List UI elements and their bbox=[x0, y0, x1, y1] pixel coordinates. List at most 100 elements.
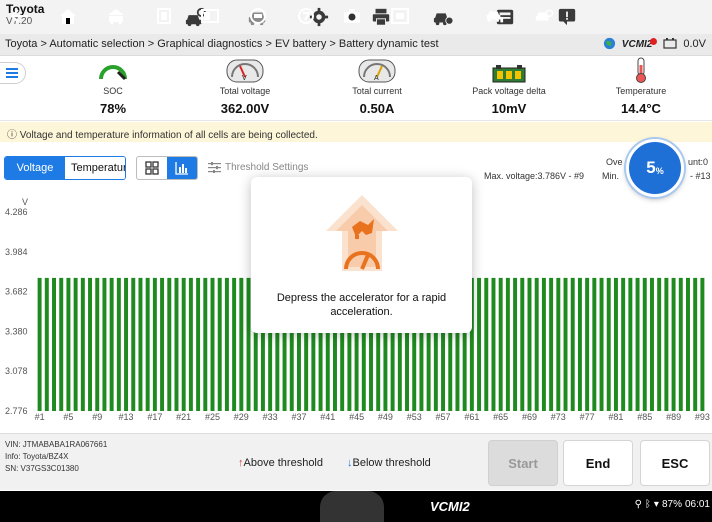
voltage-bar bbox=[693, 277, 698, 411]
remote-diagnose-icon[interactable] bbox=[530, 5, 558, 27]
car-settings-icon[interactable] bbox=[412, 6, 474, 28]
app-window: Toyota V7.20 Toyota > Automatic selectio… bbox=[0, 0, 712, 522]
serial-number-text: SN: V37GS3C01380 bbox=[5, 464, 79, 473]
voltage-bar bbox=[224, 277, 229, 411]
voltage-bar bbox=[621, 277, 626, 411]
x-tick-label: #81 bbox=[608, 412, 623, 422]
battery-pack-icon bbox=[492, 65, 526, 83]
voltage-bar bbox=[477, 277, 482, 411]
voltage-bar bbox=[484, 277, 489, 411]
x-tick-label: #89 bbox=[666, 412, 681, 422]
voltage-bar bbox=[138, 277, 143, 411]
x-tick-label: #53 bbox=[407, 412, 422, 422]
camera-icon[interactable] bbox=[340, 5, 364, 27]
info-text: Voltage and temperature information of a… bbox=[19, 130, 318, 141]
x-tick-label: #49 bbox=[378, 412, 393, 422]
bluetooth-icon: ᛒ bbox=[644, 499, 651, 510]
min-voltage-prefix: Min. bbox=[602, 171, 620, 181]
wifi-icon: ▾ bbox=[653, 499, 659, 510]
voltage-bar bbox=[210, 277, 215, 411]
screenshot-icon[interactable] bbox=[388, 5, 412, 27]
voltage-bar bbox=[181, 277, 186, 411]
globe-icon bbox=[603, 37, 615, 50]
instruction-dialog: Depress the accelerator for a rapid acce… bbox=[251, 177, 472, 333]
voltage-bar bbox=[59, 277, 64, 411]
voltage-bar bbox=[534, 277, 539, 411]
x-tick-label: #13 bbox=[119, 412, 134, 422]
metric-soc: SOC 78% bbox=[58, 57, 168, 121]
vci-label: VCMI2 bbox=[622, 37, 658, 50]
voltage-bar bbox=[585, 277, 590, 411]
voltage-bar bbox=[549, 277, 554, 411]
threshold-settings-button[interactable]: Threshold Settings bbox=[208, 162, 308, 173]
voltage-bar bbox=[66, 277, 71, 411]
esc-button[interactable]: ESC bbox=[640, 440, 710, 486]
voltage-bar bbox=[116, 277, 121, 411]
chart-view-button[interactable] bbox=[167, 157, 197, 179]
voltage-bar bbox=[592, 277, 597, 411]
recent-apps-icon[interactable] bbox=[152, 5, 176, 27]
voltage-bar bbox=[160, 277, 165, 411]
browser-icon[interactable] bbox=[294, 5, 318, 27]
svg-text:V: V bbox=[242, 75, 247, 82]
voltage-bar bbox=[527, 277, 532, 411]
car-home-icon[interactable] bbox=[104, 5, 128, 27]
voltage-bar bbox=[570, 277, 575, 411]
voltage-bar bbox=[520, 277, 525, 411]
disconnected-icon bbox=[650, 37, 658, 45]
voltage-bar bbox=[635, 277, 640, 411]
metric-value: 0.50A bbox=[359, 101, 395, 116]
voltage-bar bbox=[513, 277, 518, 411]
split-screen-icon[interactable] bbox=[198, 5, 222, 27]
list-menu-icon bbox=[5, 68, 18, 78]
x-tick-label: #65 bbox=[493, 412, 508, 422]
voltage-bar bbox=[649, 277, 654, 411]
info-icon: ⓘ bbox=[7, 130, 17, 141]
voltage-bar bbox=[102, 277, 107, 411]
metric-label: SOC bbox=[103, 86, 123, 96]
metric-label: Total voltage bbox=[219, 86, 271, 96]
voltage-bar bbox=[577, 277, 582, 411]
breadcrumb: Toyota > Automatic selection > Graphical… bbox=[5, 38, 439, 50]
home-icon[interactable] bbox=[56, 5, 80, 27]
x-tick-label: #93 bbox=[695, 412, 710, 422]
end-button[interactable]: End bbox=[563, 440, 633, 486]
voltage-bar bbox=[606, 277, 611, 411]
back-icon[interactable] bbox=[8, 5, 32, 27]
metric-pack-voltage-delta: Pack voltage delta 10mV bbox=[454, 57, 564, 121]
y-tick-label: 4.286 bbox=[5, 207, 28, 217]
voltmeter-icon: V bbox=[226, 59, 264, 83]
x-tick-label: #77 bbox=[580, 412, 595, 422]
x-tick-label: #33 bbox=[263, 412, 278, 422]
over-count-prefix: Ove bbox=[606, 157, 623, 167]
voltage-bar bbox=[188, 277, 193, 411]
voltage-bar bbox=[686, 277, 690, 411]
vci-scan-icon[interactable] bbox=[246, 5, 270, 27]
voltage-bar bbox=[232, 277, 237, 411]
x-tick-label: #29 bbox=[234, 412, 249, 422]
x-tick-label: #45 bbox=[349, 412, 364, 422]
instruction-text: Depress the accelerator for a rapid acce… bbox=[276, 292, 447, 318]
voltage-bar bbox=[145, 277, 150, 411]
metric-label: Total current bbox=[352, 86, 402, 96]
voltage-bar bbox=[174, 277, 179, 411]
menu-button[interactable] bbox=[0, 62, 26, 84]
tab-voltage[interactable]: Voltage bbox=[5, 157, 65, 179]
bar-chart-icon bbox=[175, 162, 188, 175]
start-button[interactable]: Start bbox=[488, 440, 558, 486]
footer: VIN: JTMABABA1RA067661 Info: Toyota/BZ4X… bbox=[0, 433, 712, 490]
voltage-bar bbox=[167, 277, 172, 411]
x-tick-label: #17 bbox=[147, 412, 162, 422]
voltage-bar bbox=[44, 277, 49, 411]
tab-temperature[interactable]: Temperature bbox=[65, 157, 125, 179]
voltage-bar bbox=[498, 277, 503, 411]
y-tick-label: 3.682 bbox=[5, 287, 28, 297]
ammeter-icon: A bbox=[358, 59, 396, 83]
x-tick-label: #5 bbox=[63, 412, 73, 422]
voltage-bar bbox=[541, 277, 546, 411]
car-connect-icon[interactable] bbox=[480, 5, 508, 27]
legend-above-threshold: ↑Above threshold bbox=[238, 457, 323, 469]
vci-shortcut[interactable]: VCMI2 bbox=[430, 499, 470, 514]
grid-view-button[interactable] bbox=[137, 157, 167, 179]
max-voltage: Max. voltage:3.786V - #9 bbox=[484, 171, 585, 181]
